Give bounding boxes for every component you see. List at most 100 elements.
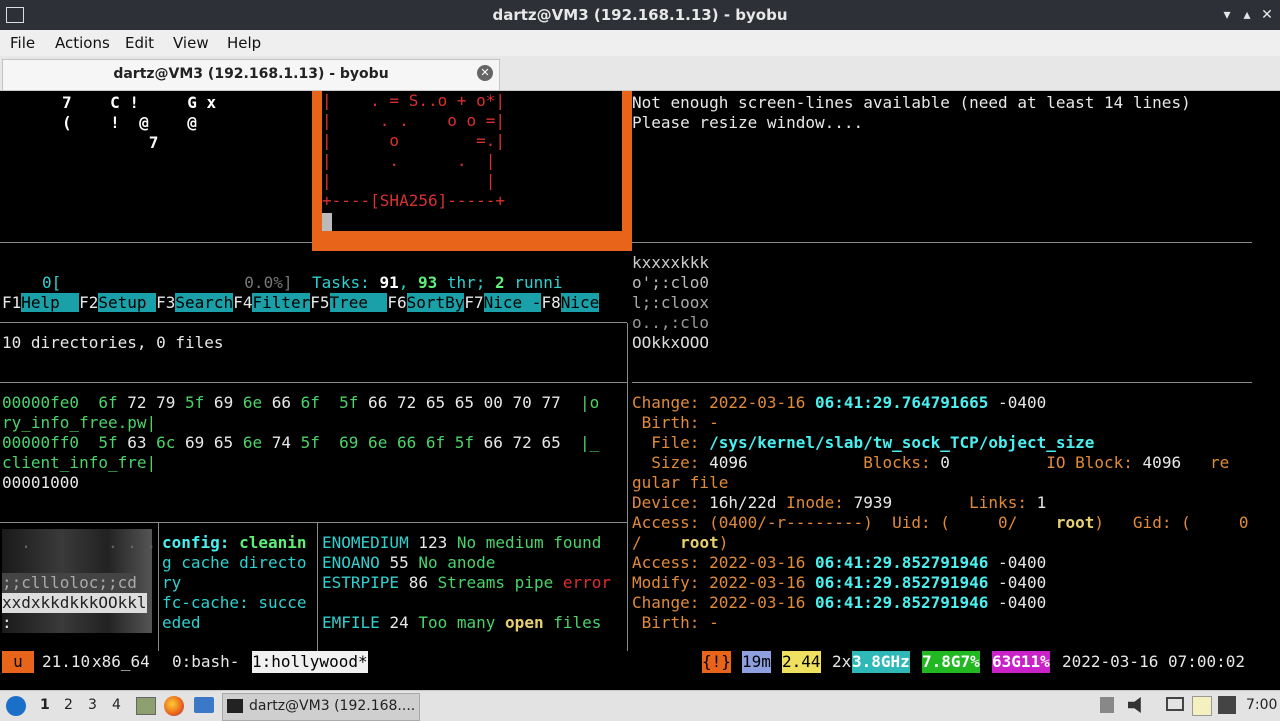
file-manager-icon[interactable] [194, 697, 214, 713]
arch: x86_64 [92, 652, 150, 671]
htop-fkey: F1 [2, 293, 22, 312]
htop-function-keys: F1Help F2Setup F3SearchF4FilterF5Tree F6… [2, 293, 600, 313]
menu-file[interactable]: File [10, 34, 35, 52]
load-average: 2.44 [782, 651, 821, 673]
config-line: eded [162, 613, 201, 632]
ascii-image-right-line: o..,:clo [632, 313, 710, 332]
workspace-3[interactable]: 3 [88, 697, 97, 713]
tab-close-icon[interactable]: ✕ [477, 65, 493, 81]
volume-icon[interactable] [1128, 697, 1141, 713]
taskbar-clock: 7:00 [1246, 697, 1278, 713]
errno-line: ENOMEDIUM 123 No medium found [322, 533, 602, 552]
stat-line: Access: (0400/-r--------) Uid: ( 0/ root… [632, 513, 1249, 532]
errno-line: ENOANO 55 No anode [322, 553, 496, 572]
tray-notification-icon[interactable] [1100, 697, 1114, 713]
terminal-area[interactable]: 7 C ! G x ( ! @ @ 7 | . = S..o + o*| | .… [0, 91, 1280, 653]
taskbar-task-terminal[interactable]: dartz@VM3 (192.168.... [222, 693, 420, 721]
datetime: 2022-03-16 07:00:02 [1062, 652, 1246, 671]
stat-line: Change: 2022-03-16 06:41:29.852791946 -0… [632, 593, 1047, 612]
taskbar: 1 2 3 4 dartz@VM3 (192.168.... 7:00 [0, 690, 1280, 721]
cpu-frequency: 3.8GHz [852, 651, 910, 673]
close-icon[interactable]: ✕ [1256, 0, 1278, 30]
hexdump-line: ry_info_free.pw| [2, 413, 157, 432]
alert-indicator: {!} [702, 651, 731, 673]
show-desktop-icon[interactable] [136, 697, 156, 715]
htop-cpu-meter: 0[ 0.0%] [42, 273, 293, 292]
htop-tree-button[interactable]: Tree [329, 293, 388, 312]
stat-line: Change: 2022-03-16 06:41:29.764791665 -0… [632, 393, 1047, 412]
stat-line: Size: 4096 Blocks: 0 IO Block: 4096 re [632, 453, 1230, 472]
config-line: g cache directo [162, 553, 307, 572]
menu-help[interactable]: Help [227, 34, 261, 52]
hexdump-line: 00000fe0 6f 72 79 5f 69 6e 66 6f 5f 66 7… [2, 393, 600, 412]
ascii-image-left: . . . . ;;clllolоc;;cd xxdxkkdkkkOOkkl : [2, 529, 156, 633]
ascii-image-right-line: o';:clo0 [632, 273, 710, 292]
htop-sortby-button[interactable]: SortBy [406, 293, 465, 312]
maximize-icon[interactable]: ▴ [1236, 0, 1258, 30]
terminal-icon [227, 699, 243, 713]
firefox-icon[interactable] [164, 696, 184, 716]
sshkey-line: | . . o o =| [322, 111, 506, 130]
uptime: 19m [742, 651, 771, 673]
terminal-scrollbar[interactable] [1270, 91, 1280, 651]
ascii-image-right-line: kxxxxkkk [632, 253, 710, 272]
art-line: 7 [62, 133, 159, 152]
minimize-icon[interactable]: ▾ [1216, 0, 1238, 30]
window-tab-1[interactable]: 1:hollywood* [252, 651, 368, 673]
taskbar-task-label: dartz@VM3 (192.168.... [249, 698, 416, 714]
tab-bar: dartz@VM3 (192.168.1.13) - byobu ✕ [0, 56, 1280, 91]
htop-setup-button[interactable]: Setup [98, 293, 157, 312]
htop-nice-minus-button[interactable]: Nice - [483, 293, 542, 312]
resize-message: Please resize window.... [632, 113, 864, 132]
hexdump-line: client_info_fre| [2, 453, 157, 472]
workspace-1[interactable]: 1 [40, 697, 50, 713]
window-titlebar[interactable]: dartz@VM3 (192.168.1.13) - byobu ▾ ▴ ✕ [0, 0, 1280, 30]
htop-help-button[interactable]: Help [21, 293, 80, 312]
sshkey-line: | . . | [322, 151, 496, 170]
htop-fkey: F5 [310, 293, 330, 312]
htop-fkey: F3 [156, 293, 176, 312]
htop-search-button[interactable]: Search [175, 293, 234, 312]
sshkey-line: | . = S..o + o*| [322, 91, 506, 110]
htop-tasks: Tasks: 91, 93 thr; 2 runni [312, 273, 563, 292]
htop-fkey: F4 [233, 293, 253, 312]
htop-fkey: F2 [79, 293, 99, 312]
htop-filter-button[interactable]: Filter [252, 293, 311, 312]
start-menu-icon[interactable] [6, 696, 26, 716]
menu-view[interactable]: View [173, 34, 209, 52]
art-line: ( ! @ @ [62, 113, 197, 132]
stat-line: File: /sys/kernel/slab/tw_sock_TCP/objec… [632, 433, 1095, 452]
tab-label: dartz@VM3 (192.168.1.13) - byobu [113, 66, 389, 82]
htop-fkey: F8 [541, 293, 561, 312]
window-title: dartz@VM3 (192.168.1.13) - byobu [492, 6, 788, 24]
workspace-4[interactable]: 4 [112, 697, 121, 713]
sshkey-line: +----[SHA256]-----+ [322, 191, 506, 210]
menu-edit[interactable]: Edit [125, 34, 154, 52]
resize-message: Not enough screen-lines available (need … [632, 93, 1191, 112]
htop-nice-plus-button[interactable]: Nice [560, 293, 600, 312]
hexdump-end: 00001000 [2, 473, 80, 492]
clipboard-icon[interactable] [1192, 696, 1212, 716]
config-line: ry [162, 573, 182, 592]
stat-line: / root) [632, 533, 729, 552]
monitor-icon[interactable] [1166, 697, 1184, 711]
errno-line: ESTRPIPE 86 Streams pipe error [322, 573, 612, 592]
workspace-2[interactable]: 2 [64, 697, 73, 713]
tab-session[interactable]: dartz@VM3 (192.168.1.13) - byobu ✕ [2, 59, 500, 90]
ascii-image-right-line: OOkkxOOO [632, 333, 710, 352]
stat-line: Modify: 2022-03-16 06:41:29.852791946 -0… [632, 573, 1047, 592]
errno-line: EMFILE 24 Too many open files [322, 613, 602, 632]
stat-line: Access: 2022-03-16 06:41:29.852791946 -0… [632, 553, 1047, 572]
sshkey-line: | | [322, 171, 496, 190]
config-line: fc-cache: succe [162, 593, 307, 612]
menu-bar: File Actions Edit View Help [0, 30, 1280, 56]
network-icon[interactable] [1218, 696, 1236, 714]
stat-line: gular file [632, 473, 729, 492]
os-release: 21.10 [42, 652, 91, 671]
window-tab-0[interactable]: 0:bash- [172, 651, 239, 673]
menu-actions[interactable]: Actions [55, 34, 110, 52]
htop-fkey: F6 [387, 293, 407, 312]
ascii-image-right-line: l;:cloox [632, 293, 710, 312]
stat-line: Birth: - [632, 413, 719, 432]
disk-usage: 63G11% [992, 651, 1050, 673]
